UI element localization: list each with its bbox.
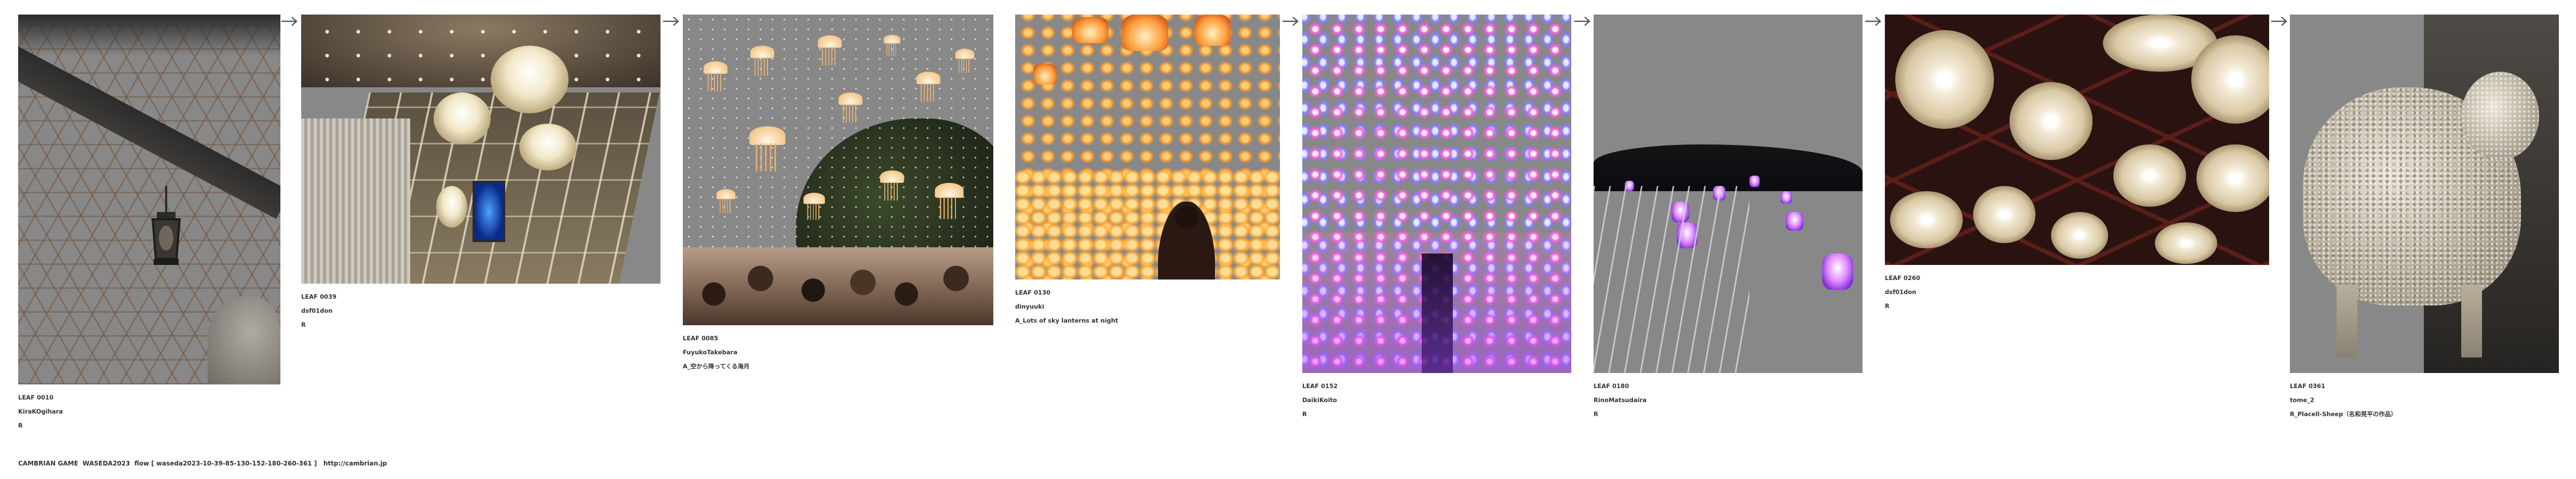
ceiling-light-icon [1890, 191, 1963, 248]
leaf-id: LEAF 0260 [1885, 274, 1920, 282]
leaf-caption: LEAF 0361 tome_2 R_Placell-Sheep（名和晃平の作品… [2290, 379, 2559, 421]
leaf-card[interactable]: LEAF 0361 tome_2 R_Placell-Sheep（名和晃平の作品… [2290, 15, 2559, 421]
leaf-author: FuyukoTakebara [683, 349, 738, 356]
leaf-author: tome_2 [2290, 396, 2314, 404]
leaf-author: RinoMatsudaira [1594, 396, 1647, 404]
leaf-author: DaikiKoito [1302, 396, 1337, 404]
lamp-icon [1786, 212, 1803, 231]
leaf-id: LEAF 0085 [683, 335, 718, 342]
leaf-note: A_Lots of sky lanterns at night [1015, 317, 1118, 324]
chandelier-hall-photo[interactable] [301, 15, 660, 284]
lamp-icon [1781, 191, 1792, 204]
leaf-author: dinyuuki [1015, 303, 1044, 310]
jellyfish-icon [750, 46, 774, 77]
jellyfish-icon [704, 61, 727, 92]
arrow-right-icon [662, 15, 681, 28]
leaf-caption: LEAF 0085 FuyukoTakebara A_空から降ってくる海月 [683, 331, 993, 374]
jellyfish-icon [818, 35, 842, 66]
ceiling-light-icon [2155, 222, 2217, 264]
leaf-card[interactable]: LEAF 0260 dsf01don R [1885, 15, 2269, 313]
jellyfish-icon [839, 92, 862, 124]
sky-lanterns-photo[interactable] [1015, 15, 1280, 280]
lamp-icon [1822, 254, 1853, 290]
leaf-note: R [1885, 302, 1890, 310]
sheep-sculpture-photo[interactable] [2290, 15, 2559, 373]
jellyfish-icon [916, 72, 940, 103]
leaf-id: LEAF 0039 [301, 293, 336, 300]
jellyfish-icon [880, 170, 904, 202]
leaf-caption: LEAF 0130 dinyuuki A_Lots of sky lantern… [1015, 286, 1280, 328]
jellyfish-icon [935, 183, 964, 220]
leaf-note: R [301, 321, 306, 328]
lantern-icon [1033, 64, 1057, 85]
ceiling-light-icon [2051, 212, 2108, 259]
night-lamps-railing-photo[interactable] [1594, 15, 1863, 373]
jellyfish-icon [883, 35, 901, 57]
jellyfish-icon [803, 193, 825, 221]
jellyfish-sky-photo[interactable] [683, 15, 993, 325]
leaf-id: LEAF 0010 [18, 394, 53, 401]
leaf-id: LEAF 0361 [2290, 382, 2325, 390]
leaf-note: R [1594, 410, 1598, 418]
leaf-id: LEAF 0130 [1015, 289, 1050, 296]
leaf-id: LEAF 0180 [1594, 382, 1629, 390]
ceiling-light-icon [2009, 82, 2093, 160]
arrow-right-icon [2270, 15, 2289, 28]
leaf-author: KiraKOgihara [18, 408, 63, 415]
leaf-note: R [18, 422, 23, 429]
roller-coaster-lantern-photo[interactable] [18, 15, 280, 384]
ceiling-light-icon [1973, 186, 2035, 243]
ceiling-light-icon [2113, 144, 2186, 207]
arrow-right-icon [1573, 15, 1592, 28]
leaf-note: R_Placell-Sheep（名和晃平の作品） [2290, 410, 2397, 418]
jellyfish-icon [955, 49, 975, 74]
purple-lamps-photo[interactable] [1302, 15, 1571, 373]
leaf-caption: LEAF 0152 DaikiKoito R [1302, 379, 1571, 421]
arrow-right-icon [1282, 15, 1300, 28]
leaf-author: dsf01don [1885, 288, 1917, 296]
jellyfish-icon [716, 189, 736, 214]
lantern-icon [1072, 17, 1109, 43]
ceiling-lights-photo[interactable] [1885, 15, 2269, 265]
leaf-card[interactable]: LEAF 0039 dsf01don R [301, 15, 660, 332]
lantern-icon [1194, 15, 1231, 46]
flow-page: LEAF 0010 KiraKOgihara R LEAF 0039 dsf01… [0, 0, 2576, 479]
leaf-note: R [1302, 410, 1307, 418]
ceiling-light-icon [1895, 30, 1994, 129]
leaf-card[interactable]: LEAF 0130 dinyuuki A_Lots of sky lantern… [1015, 15, 1280, 328]
leaf-note: A_空から降ってくる海月 [683, 363, 750, 370]
leaf-card[interactable]: LEAF 0152 DaikiKoito R [1302, 15, 1571, 421]
leaf-caption: LEAF 0260 dsf01don R [1885, 271, 2269, 313]
leaf-caption: LEAF 0180 RinoMatsudaira R [1594, 379, 1863, 421]
leaf-caption: LEAF 0010 KiraKOgihara R [18, 391, 280, 433]
chandelier-icon [436, 186, 467, 228]
chandelier-icon [491, 46, 569, 113]
leaf-card[interactable]: LEAF 0180 RinoMatsudaira R [1594, 15, 1863, 421]
footer-text[interactable]: CAMBRIAN GAME WASEDA2023 flow [ waseda20… [18, 460, 387, 467]
chandelier-icon [434, 92, 491, 144]
chandelier-icon [519, 124, 576, 170]
arrow-right-icon [280, 15, 299, 28]
leaf-card[interactable]: LEAF 0085 FuyukoTakebara A_空から降ってくる海月 [683, 15, 993, 374]
lantern-icon [1122, 15, 1168, 51]
arrow-right-icon [1864, 15, 1883, 28]
lantern-icon [151, 186, 181, 265]
jellyfish-icon [749, 126, 786, 173]
leaf-caption: LEAF 0039 dsf01don R [301, 290, 660, 332]
ceiling-light-icon [2196, 144, 2269, 212]
leaf-id: LEAF 0152 [1302, 382, 1338, 390]
leaf-card[interactable]: LEAF 0010 KiraKOgihara R [18, 15, 280, 433]
lamp-icon [1749, 176, 1760, 187]
leaf-author: dsf01don [301, 307, 333, 314]
